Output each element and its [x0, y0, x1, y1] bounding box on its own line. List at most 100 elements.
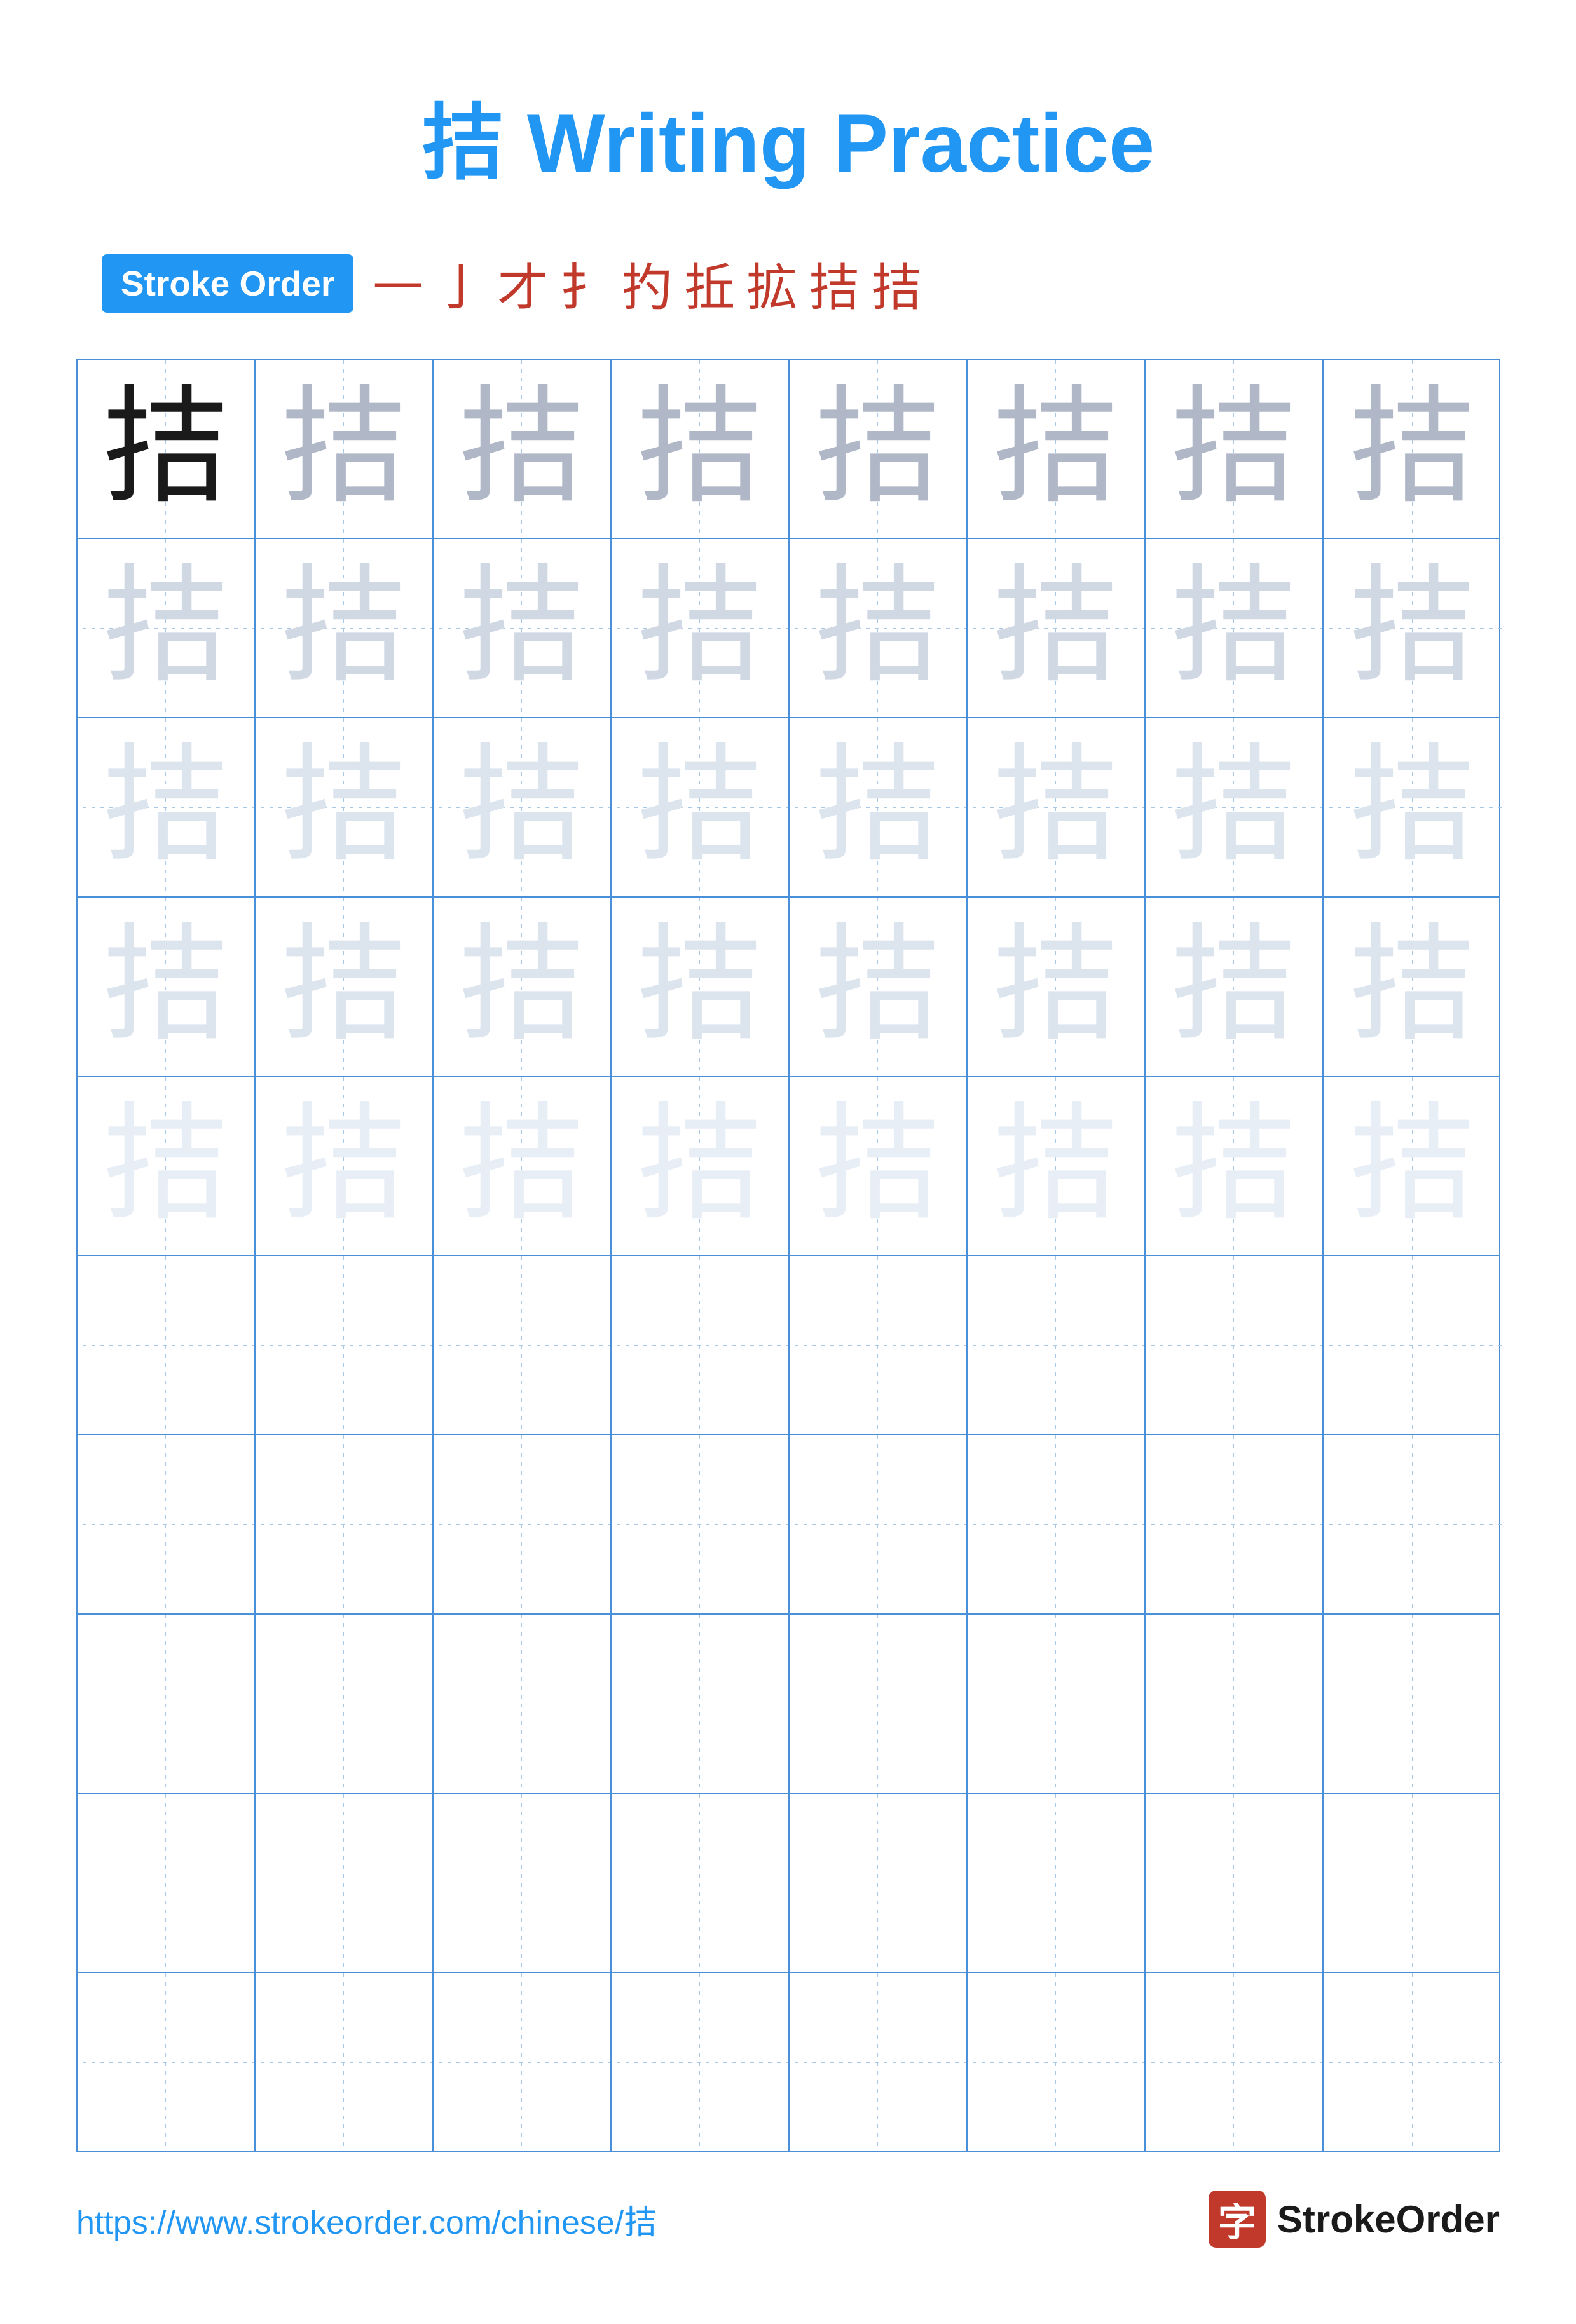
cell-2-2[interactable]: 拮 — [256, 539, 434, 717]
cell-8-1[interactable] — [78, 1615, 256, 1793]
cell-10-8[interactable] — [1324, 1973, 1502, 2151]
cell-8-8[interactable] — [1324, 1615, 1502, 1793]
cell-3-7[interactable]: 拮 — [1146, 718, 1324, 896]
char-guide: 拮 — [102, 923, 229, 1050]
cell-5-7[interactable]: 拮 — [1146, 1077, 1324, 1255]
char-guide: 拮 — [458, 923, 585, 1050]
cell-1-4[interactable]: 拮 — [612, 360, 790, 538]
cell-7-2[interactable] — [256, 1435, 434, 1613]
grid-row-7 — [78, 1435, 1499, 1615]
cell-1-7[interactable]: 拮 — [1146, 360, 1324, 538]
char-guide: 拮 — [458, 1102, 585, 1229]
cell-1-1[interactable]: 拮 — [78, 360, 256, 538]
char-guide: 拮 — [1170, 564, 1297, 692]
cell-2-7[interactable]: 拮 — [1146, 539, 1324, 717]
cell-8-5[interactable] — [790, 1615, 968, 1793]
cell-3-1[interactable]: 拮 — [78, 718, 256, 896]
cell-7-1[interactable] — [78, 1435, 256, 1613]
cell-5-6[interactable]: 拮 — [968, 1077, 1146, 1255]
cell-9-7[interactable] — [1146, 1794, 1324, 1972]
cell-6-8[interactable] — [1324, 1256, 1502, 1434]
cell-5-2[interactable]: 拮 — [256, 1077, 434, 1255]
cell-7-3[interactable] — [434, 1435, 612, 1613]
cell-10-2[interactable] — [256, 1973, 434, 2151]
cell-6-2[interactable] — [256, 1256, 434, 1434]
char-guide: 拮 — [1170, 385, 1297, 512]
cell-7-8[interactable] — [1324, 1435, 1502, 1613]
cell-2-5[interactable]: 拮 — [790, 539, 968, 717]
cell-5-3[interactable]: 拮 — [434, 1077, 612, 1255]
cell-8-7[interactable] — [1146, 1615, 1324, 1793]
cell-10-4[interactable] — [612, 1973, 790, 2151]
cell-9-1[interactable] — [78, 1794, 256, 1972]
footer-url[interactable]: https://www.strokeorder.com/chinese/拮 — [76, 2196, 657, 2243]
cell-2-3[interactable]: 拮 — [434, 539, 612, 717]
cell-6-7[interactable] — [1146, 1256, 1324, 1434]
cell-9-4[interactable] — [612, 1794, 790, 1972]
cell-4-8[interactable]: 拮 — [1324, 898, 1502, 1076]
cell-9-6[interactable] — [968, 1794, 1146, 1972]
cell-1-3[interactable]: 拮 — [434, 360, 612, 538]
cell-7-7[interactable] — [1146, 1435, 1324, 1613]
char-guide: 拮 — [636, 744, 763, 871]
cell-5-1[interactable]: 拮 — [78, 1077, 256, 1255]
cell-4-4[interactable]: 拮 — [612, 898, 790, 1076]
cell-9-5[interactable] — [790, 1794, 968, 1972]
cell-10-1[interactable] — [78, 1973, 256, 2151]
cell-5-5[interactable]: 拮 — [790, 1077, 968, 1255]
cell-6-3[interactable] — [434, 1256, 612, 1434]
char-guide: 拮 — [1348, 923, 1476, 1050]
char-guide: 拮 — [636, 385, 763, 512]
cell-3-3[interactable]: 拮 — [434, 718, 612, 896]
cell-7-4[interactable] — [612, 1435, 790, 1613]
char-guide: 拮 — [102, 744, 229, 871]
cell-6-5[interactable] — [790, 1256, 968, 1434]
cell-10-7[interactable] — [1146, 1973, 1324, 2151]
cell-8-2[interactable] — [256, 1615, 434, 1793]
cell-3-2[interactable]: 拮 — [256, 718, 434, 896]
grid-row-10 — [78, 1973, 1499, 2151]
cell-1-5[interactable]: 拮 — [790, 360, 968, 538]
cell-1-8[interactable]: 拮 — [1324, 360, 1502, 538]
cell-4-6[interactable]: 拮 — [968, 898, 1146, 1076]
cell-5-8[interactable]: 拮 — [1324, 1077, 1502, 1255]
grid-row-5: 拮 拮 拮 拮 拮 拮 拮 拮 — [78, 1077, 1499, 1256]
stroke-1: 一 — [373, 247, 423, 320]
cell-2-6[interactable]: 拮 — [968, 539, 1146, 717]
cell-7-5[interactable] — [790, 1435, 968, 1613]
cell-3-4[interactable]: 拮 — [612, 718, 790, 896]
cell-6-6[interactable] — [968, 1256, 1146, 1434]
page-title: 拮 Writing Practice — [421, 76, 1155, 196]
cell-9-8[interactable] — [1324, 1794, 1502, 1972]
cell-2-8[interactable]: 拮 — [1324, 539, 1502, 717]
cell-9-2[interactable] — [256, 1794, 434, 1972]
cell-10-5[interactable] — [790, 1973, 968, 2151]
cell-9-3[interactable] — [434, 1794, 612, 1972]
char-guide: 拮 — [1170, 744, 1297, 871]
cell-7-6[interactable] — [968, 1435, 1146, 1613]
cell-4-3[interactable]: 拮 — [434, 898, 612, 1076]
cell-10-6[interactable] — [968, 1973, 1146, 2151]
stroke-5: 扚 — [622, 247, 673, 320]
cell-1-6[interactable]: 拮 — [968, 360, 1146, 538]
char-guide: 拮 — [1170, 923, 1297, 1050]
cell-3-5[interactable]: 拮 — [790, 718, 968, 896]
practice-grid: 拮 拮 拮 拮 拮 拮 拮 拮 — [76, 359, 1500, 2152]
cell-4-5[interactable]: 拮 — [790, 898, 968, 1076]
cell-8-6[interactable] — [968, 1615, 1146, 1793]
cell-10-3[interactable] — [434, 1973, 612, 2151]
cell-5-4[interactable]: 拮 — [612, 1077, 790, 1255]
cell-2-1[interactable]: 拮 — [78, 539, 256, 717]
cell-6-4[interactable] — [612, 1256, 790, 1434]
cell-3-6[interactable]: 拮 — [968, 718, 1146, 896]
cell-6-1[interactable] — [78, 1256, 256, 1434]
cell-4-1[interactable]: 拮 — [78, 898, 256, 1076]
cell-4-2[interactable]: 拮 — [256, 898, 434, 1076]
cell-8-4[interactable] — [612, 1615, 790, 1793]
cell-2-4[interactable]: 拮 — [612, 539, 790, 717]
cell-3-8[interactable]: 拮 — [1324, 718, 1502, 896]
cell-1-2[interactable]: 拮 — [256, 360, 434, 538]
cell-4-7[interactable]: 拮 — [1146, 898, 1324, 1076]
cell-8-3[interactable] — [434, 1615, 612, 1793]
char-guide: 拮 — [814, 564, 941, 692]
